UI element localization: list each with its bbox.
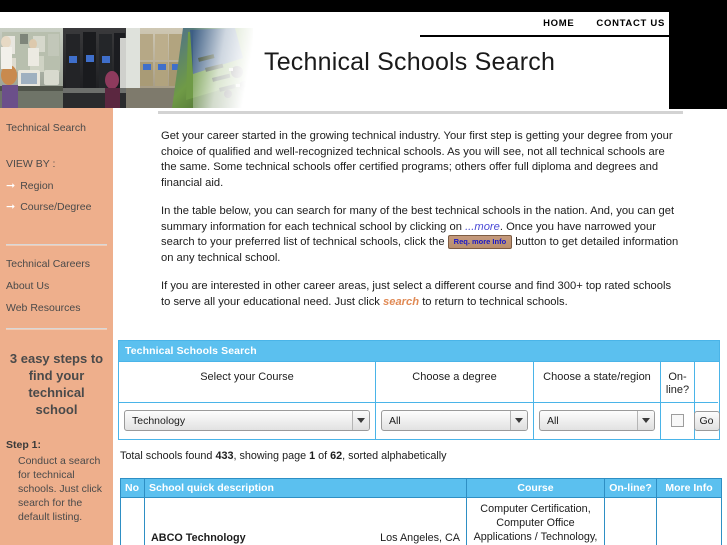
search-col-degree-header: Choose a degree	[376, 362, 533, 403]
col-header-more-info[interactable]: More Info	[656, 478, 722, 498]
col-header-school[interactable]: School quick description	[144, 478, 467, 498]
sidebar-step-body: Conduct a search for technical schools. …	[18, 455, 103, 523]
sidebar-item-region[interactable]: ➞ Region	[0, 180, 113, 193]
chevron-down-icon[interactable]	[510, 411, 527, 430]
top-black-band	[0, 0, 727, 12]
course-select[interactable]: Technology	[124, 410, 370, 431]
search-col-state: Choose a state/region All	[534, 362, 661, 439]
intro-paragraph-1: Get your career started in the growing t…	[161, 130, 673, 189]
sidebar-item-technical-search[interactable]: Technical Search	[0, 122, 113, 135]
top-navigation: HOME CONTACT US	[420, 12, 669, 37]
search-col-go: Go	[693, 362, 720, 439]
school-city: Los Angeles, CA	[380, 532, 460, 544]
sidebar-item-course-degree[interactable]: ➞ Course/Degree	[0, 201, 113, 214]
search-col-degree-cell: All	[376, 403, 533, 439]
header-collage-image	[0, 28, 253, 108]
arrow-right-icon: ➞	[6, 201, 16, 213]
collage-fade	[193, 28, 253, 108]
req-more-info-button[interactable]: Req. more Info	[447, 235, 513, 250]
header-divider	[158, 111, 683, 114]
search-col-degree: Choose a degree All	[376, 362, 534, 439]
cell-school: ABCO Technology Los Angeles, CA	[144, 497, 467, 545]
search-col-state-cell: All	[534, 403, 660, 439]
search-panel: Technical Schools Search Select your Cou…	[118, 340, 720, 440]
search-col-online: On-line?	[661, 362, 695, 439]
search-col-course-header: Select your Course	[119, 362, 375, 403]
search-col-course-cell: Technology	[119, 403, 375, 439]
search-col-online-cell	[661, 403, 694, 439]
cell-no	[120, 497, 145, 545]
nav-item-contact-us[interactable]: CONTACT US	[596, 18, 665, 29]
online-checkbox[interactable]	[671, 414, 684, 427]
arrow-right-icon: ➞	[6, 180, 16, 192]
cell-course: Computer Certification, Computer Office …	[466, 497, 605, 545]
sidebar-promo-title: 3 easy steps to find your technical scho…	[9, 351, 104, 417]
table-row[interactable]: ABCO Technology Los Angeles, CA Computer…	[120, 497, 722, 545]
results-total-found: 433	[215, 450, 234, 462]
state-select[interactable]: All	[539, 410, 655, 431]
sidebar-item-course-degree-label[interactable]: Course/Degree	[20, 201, 91, 214]
search-col-course: Select your Course Technology	[119, 362, 376, 439]
search-col-go-header	[695, 362, 718, 403]
sidebar-item-technical-careers[interactable]: Technical Careers	[0, 258, 113, 271]
sidebar-view-by-label: VIEW BY :	[6, 158, 56, 170]
nav-item-home[interactable]: HOME	[543, 18, 574, 29]
degree-select[interactable]: All	[381, 410, 528, 431]
sidebar-item-about-us[interactable]: About Us	[0, 280, 113, 293]
intro-paragraph-3: If you are interested in other career ar…	[161, 279, 681, 310]
search-link[interactable]: search	[383, 296, 419, 308]
cell-more-info	[656, 497, 722, 545]
results-table-header-row: No School quick description Course On-li…	[120, 478, 722, 498]
results-summary-of: of	[315, 450, 331, 462]
chevron-down-icon[interactable]	[637, 411, 654, 430]
school-name[interactable]: ABCO Technology	[151, 532, 246, 544]
col-header-online[interactable]: On-line?	[604, 478, 657, 498]
degree-select-value: All	[389, 414, 401, 427]
intro-paragraph-2: In the table below, you can search for m…	[161, 204, 681, 266]
course-select-value: Technology	[132, 414, 186, 427]
results-total-pages: 62	[330, 450, 343, 462]
sidebar-step-title: Step 1:	[6, 439, 42, 451]
sidebar-item-region-label[interactable]: Region	[20, 180, 53, 193]
search-col-online-header: On-line?	[661, 362, 694, 403]
go-button[interactable]: Go	[693, 410, 720, 431]
search-panel-title: Technical Schools Search	[119, 341, 719, 361]
chevron-down-icon[interactable]	[352, 411, 369, 430]
main-content: Get your career started in the growing t…	[119, 118, 719, 323]
page-title: Technical Schools Search	[264, 48, 556, 76]
sidebar-item-web-resources[interactable]: Web Resources	[0, 302, 113, 315]
results-summary-mid: , showing page	[233, 450, 310, 462]
search-col-state-header: Choose a state/region	[534, 362, 660, 403]
col-header-no[interactable]: No	[120, 478, 145, 498]
results-summary-prefix: Total schools found	[120, 450, 216, 462]
col-header-course[interactable]: Course	[466, 478, 605, 498]
results-table: No School quick description Course On-li…	[120, 478, 722, 545]
right-black-panel	[669, 0, 727, 109]
results-summary: Total schools found 433, showing page 1 …	[120, 450, 447, 462]
search-col-go-cell: Go	[693, 403, 720, 439]
results-summary-suffix: , sorted alphabetically	[342, 450, 447, 462]
more-link[interactable]: ...more	[465, 221, 500, 233]
state-select-value: All	[547, 414, 559, 427]
page-root: HOME CONTACT US Technical Schools Search…	[0, 0, 727, 545]
sidebar: Technical Search VIEW BY : ➞ Region ➞ Co…	[0, 108, 113, 545]
intro-p3-part-b: to return to technical schools.	[419, 295, 568, 308]
cell-online	[604, 497, 657, 545]
search-panel-grid: Select your Course Technology Choose a d…	[119, 361, 720, 439]
